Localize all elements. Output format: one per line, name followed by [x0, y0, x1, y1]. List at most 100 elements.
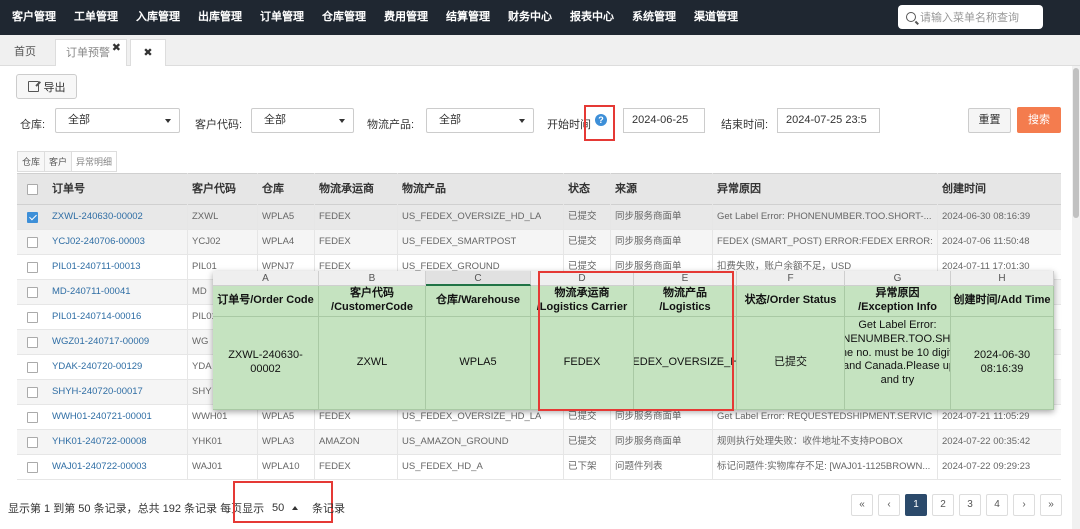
reset-button[interactable]: 重置	[968, 108, 1011, 133]
menu-inbound-management[interactable]: 入库管理	[127, 0, 189, 35]
search-button[interactable]: 搜索	[1017, 107, 1061, 133]
excel-header-cell: 创建时间/Add Time	[951, 286, 1054, 317]
cell-customer: YCJ02	[192, 236, 221, 247]
menu-ticket-management[interactable]: 工单管理	[65, 0, 127, 35]
scrollbar-thumb[interactable]	[1073, 68, 1079, 218]
subtab-exception-detail[interactable]: 异常明细	[71, 151, 118, 172]
menu-channel-management[interactable]: 渠道管理	[685, 0, 747, 35]
column-header-source[interactable]: 来源	[615, 174, 637, 205]
cell-order[interactable]: YDAK-240720-00129	[52, 355, 142, 379]
close-all-tabs-icon[interactable]: ✖	[130, 39, 166, 66]
end-time-input[interactable]: 2024-07-25 23:5	[777, 108, 880, 133]
tab-home[interactable]: 首页	[4, 39, 49, 66]
row-checkbox[interactable]	[27, 287, 38, 298]
row-checkbox[interactable]	[27, 437, 38, 448]
table-row[interactable]: WAJ01-240722-00003 WAJ01 WPLA10 FEDEX US_FED…	[17, 455, 1061, 480]
cell-carrier: FEDEX	[319, 211, 351, 222]
excel-column-letter: G	[845, 271, 951, 286]
cell-order[interactable]: WWH01-240721-00001	[52, 405, 152, 429]
menu-system-management[interactable]: 系统管理	[623, 0, 685, 35]
cell-reason: 标记问题件:实物库存不足: [WAJ01-1125BROWN...	[717, 461, 931, 472]
cell-order[interactable]: PIL01-240714-00016	[52, 305, 141, 329]
row-checkbox[interactable]	[27, 237, 38, 248]
menu-warehouse-management[interactable]: 仓库管理	[313, 0, 375, 35]
cell-order[interactable]: YCJ02-240706-00003	[52, 230, 145, 254]
column-header-order[interactable]: 订单号	[52, 174, 85, 205]
column-header-created[interactable]: 创建时间	[942, 174, 986, 205]
cell-order[interactable]: WGZ01-240717-00009	[52, 330, 149, 354]
row-checkbox[interactable]	[27, 262, 38, 273]
cell-customer: SHY	[192, 386, 212, 397]
menu-report-center[interactable]: 报表中心	[561, 0, 623, 35]
column-header-carrier[interactable]: 物流承运商	[319, 174, 374, 205]
cell-order[interactable]: MD-240711-00041	[52, 280, 131, 304]
page-button[interactable]: ‹	[878, 494, 900, 516]
row-checkbox[interactable]	[27, 387, 38, 398]
row-checkbox[interactable]	[27, 337, 38, 348]
page-button[interactable]: 2	[932, 494, 954, 516]
cell-customer: WG	[192, 336, 209, 347]
warehouse-select[interactable]: 全部	[55, 108, 180, 133]
export-button[interactable]: 导出	[16, 74, 77, 99]
table-row[interactable]: YCJ02-240706-00003 YCJ02 WPLA4 FEDEX US_FEDE…	[17, 230, 1061, 255]
page-button[interactable]: 4	[986, 494, 1008, 516]
product-select[interactable]: 全部	[426, 108, 534, 133]
subtab-warehouse[interactable]: 仓库	[17, 151, 45, 172]
page-scrollbar[interactable]	[1072, 66, 1080, 529]
page-tab-bar: 首页 订单预警 ✖ ✖	[0, 35, 1080, 66]
column-header-product[interactable]: 物流产品	[402, 174, 446, 205]
cell-reason: Get Label Error: PHONENUMBER.TOO.SHORT-.…	[717, 211, 932, 222]
product-filter-label: 物流产品:	[367, 119, 415, 131]
cell-order[interactable]: SHYH-240720-00017	[52, 380, 143, 404]
annotation-highlight-box	[538, 271, 734, 411]
cell-order[interactable]: PIL01-240711-00013	[52, 255, 141, 279]
cell-customer: MD	[192, 286, 207, 297]
cell-order[interactable]: ZXWL-240630-00002	[52, 205, 143, 229]
cell-warehouse: WPLA4	[262, 236, 295, 247]
close-tab-icon[interactable]: ✖	[112, 35, 121, 61]
menu-outbound-management[interactable]: 出库管理	[189, 0, 251, 35]
column-header-customer[interactable]: 客户代码	[192, 174, 236, 205]
row-checkbox[interactable]	[27, 212, 38, 223]
menu-search-input[interactable]: 请输入菜单名称查询	[898, 5, 1043, 29]
column-header-status[interactable]: 状态	[568, 174, 590, 205]
excel-value-cell: ZXWL-240630-00002	[213, 317, 319, 410]
excel-header-cell: 状态/Order Status	[737, 286, 845, 317]
column-header-reason[interactable]: 异常原因	[717, 174, 761, 205]
page-button[interactable]: »	[1040, 494, 1062, 516]
search-icon	[906, 12, 916, 22]
cell-order[interactable]: YHK01-240722-00008	[52, 430, 147, 454]
select-all-checkbox[interactable]	[27, 184, 38, 195]
page-button[interactable]: «	[851, 494, 873, 516]
menu-finance-center[interactable]: 财务中心	[499, 0, 561, 35]
subtab-customer[interactable]: 客户	[44, 151, 72, 172]
customer-select-value: 全部	[264, 114, 286, 126]
column-header-warehouse[interactable]: 仓库	[262, 174, 284, 205]
page-button[interactable]: 3	[959, 494, 981, 516]
page-button[interactable]: ›	[1013, 494, 1035, 516]
menu-customer-management[interactable]: 客户管理	[0, 0, 65, 35]
cell-status: 已提交	[568, 211, 597, 222]
excel-value-cell: 已提交	[737, 317, 845, 410]
row-checkbox[interactable]	[27, 312, 38, 323]
cell-order[interactable]: WAJ01-240722-00003	[52, 455, 147, 479]
row-checkbox[interactable]	[27, 362, 38, 373]
cell-source: 同步服务商面单	[615, 436, 682, 447]
chevron-down-icon	[519, 119, 525, 123]
menu-order-management[interactable]: 订单管理	[251, 0, 313, 35]
row-checkbox[interactable]	[27, 462, 38, 473]
cell-created: 2024-07-22 09:29:23	[942, 461, 1031, 472]
export-icon	[27, 81, 39, 92]
cell-product: US_FEDEX_OVERSIZE_HD_LA	[402, 211, 542, 222]
row-checkbox[interactable]	[27, 412, 38, 423]
cell-product: US_FEDEX_HD_A	[402, 461, 483, 472]
start-time-input[interactable]: 2024-06-25	[623, 108, 705, 133]
customer-select[interactable]: 全部	[251, 108, 354, 133]
tab-order-warning[interactable]: 订单预警 ✖	[55, 39, 127, 66]
cell-source: 问题件列表	[615, 461, 663, 472]
table-row[interactable]: YHK01-240722-00008 YHK01 WPLA3 AMAZON US_AMA…	[17, 430, 1061, 455]
menu-settlement-management[interactable]: 结算管理	[437, 0, 499, 35]
table-row[interactable]: ZXWL-240630-00002 ZXWL WPLA5 FEDEX US_FEDEX_…	[17, 205, 1061, 230]
menu-fee-management[interactable]: 费用管理	[375, 0, 437, 35]
page-button[interactable]: 1	[905, 494, 927, 516]
